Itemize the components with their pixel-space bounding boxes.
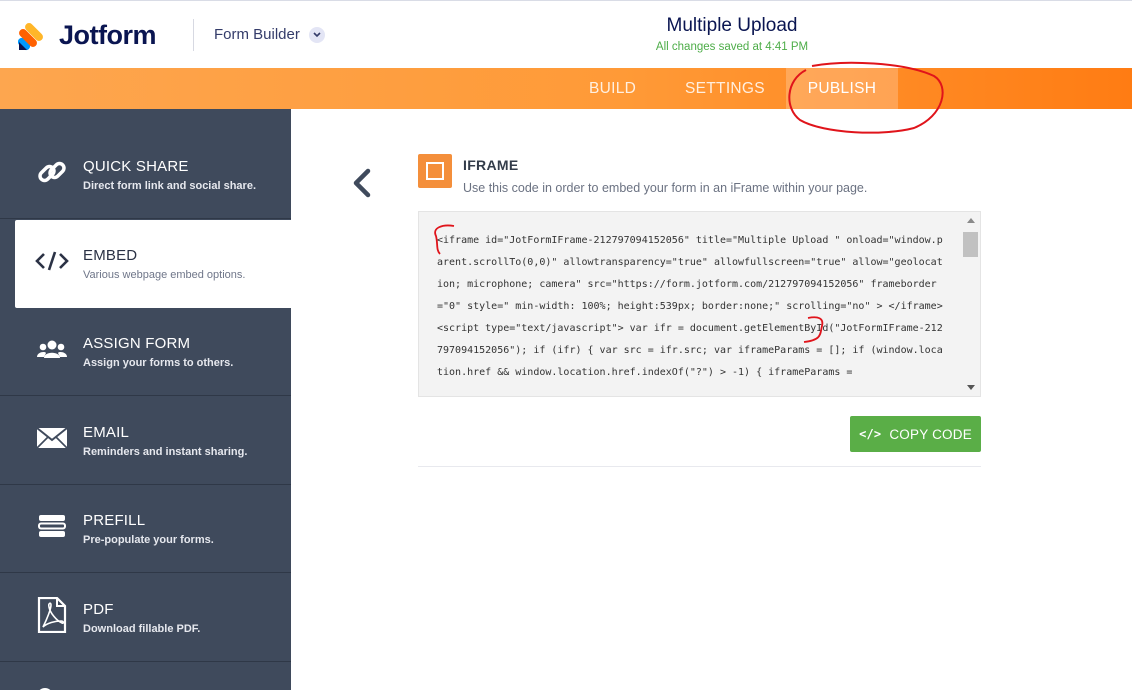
scroll-down-arrow-icon[interactable] <box>967 385 975 390</box>
sidebar-item-description: Direct form link and social share. <box>83 180 257 192</box>
sidebar-item-description: Assign your forms to others. <box>83 357 234 369</box>
section-divider <box>418 466 981 467</box>
pdf-icon <box>35 597 69 633</box>
sidebar-item-label: QUICK SHARE <box>83 158 189 175</box>
save-status: All changes saved at 4:41 PM <box>655 41 809 53</box>
sidebar-item-email[interactable]: EMAIL Reminders and instant sharing. <box>0 397 291 485</box>
publish-sidebar: QUICK SHARE Direct form link and social … <box>0 109 291 690</box>
form-title[interactable]: Multiple Upload <box>560 15 904 37</box>
sidebar-item-description: Pre-populate your forms. <box>83 534 214 546</box>
link-icon <box>35 155 69 189</box>
partial-sidebar-icon <box>35 683 55 690</box>
sidebar-item-label: PREFILL <box>83 512 146 529</box>
page: Jotform Form Builder Multiple Upload All… <box>0 0 1132 690</box>
section-description: Use this code in order to embed your for… <box>463 181 868 195</box>
sidebar-item-description: Various webpage embed options. <box>83 269 246 281</box>
copy-code-label: COPY CODE <box>889 426 972 442</box>
sidebar-item-assign-form[interactable]: ASSIGN FORM Assign your forms to others. <box>0 308 291 396</box>
header-divider <box>193 19 194 51</box>
brand-name: Jotform <box>59 20 157 50</box>
tab-publish[interactable]: PUBLISH <box>786 68 898 109</box>
sidebar-item-description: Reminders and instant sharing. <box>83 446 248 458</box>
scroll-up-arrow-icon[interactable] <box>967 218 975 223</box>
form-builder-menu[interactable]: Form Builder <box>214 26 325 43</box>
jotform-logo-icon <box>17 21 46 51</box>
chevron-down-icon <box>308 26 325 43</box>
sidebar-item-embed[interactable]: EMBED Various webpage embed options. <box>15 220 291 308</box>
sidebar-item-description: Download fillable PDF. <box>83 623 201 635</box>
sidebar-item-label: EMBED <box>83 247 138 264</box>
sidebar-item-pdf[interactable]: PDF Download fillable PDF. <box>0 574 291 662</box>
sidebar-item-prefill[interactable]: PREFILL Pre-populate your forms. <box>0 485 291 573</box>
prefill-icon <box>35 509 69 543</box>
copy-code-button[interactable]: </> COPY CODE <box>850 416 981 452</box>
iframe-icon <box>418 154 452 188</box>
tab-build[interactable]: BUILD <box>589 68 636 109</box>
sidebar-item-label: ASSIGN FORM <box>83 335 191 352</box>
tab-settings[interactable]: SETTINGS <box>685 68 765 109</box>
header: Jotform Form Builder Multiple Upload All… <box>0 0 1132 68</box>
embed-code[interactable]: <iframe id="JotFormIFrame-21279709415205… <box>437 230 947 384</box>
code-icon <box>35 244 69 278</box>
sidebar-item-quick-share[interactable]: QUICK SHARE Direct form link and social … <box>0 131 291 219</box>
form-title-area: Multiple Upload All changes saved at 4:4… <box>560 15 904 53</box>
envelope-icon <box>35 421 69 455</box>
sidebar-item-label: EMAIL <box>83 424 130 441</box>
form-builder-label: Form Builder <box>214 26 300 43</box>
jotform-logo[interactable]: Jotform <box>17 20 157 51</box>
scroll-thumb[interactable] <box>963 232 978 257</box>
back-arrow-icon[interactable] <box>348 166 376 200</box>
code-scrollbar[interactable] <box>961 212 980 396</box>
users-icon <box>35 332 69 366</box>
sidebar-item-label: PDF <box>83 601 114 618</box>
main-tabs: BUILD SETTINGS PUBLISH <box>0 68 1132 109</box>
embed-code-box[interactable]: <iframe id="JotFormIFrame-21279709415205… <box>418 211 981 397</box>
section-title: IFRAME <box>463 157 519 173</box>
code-icon: </> <box>859 427 882 441</box>
